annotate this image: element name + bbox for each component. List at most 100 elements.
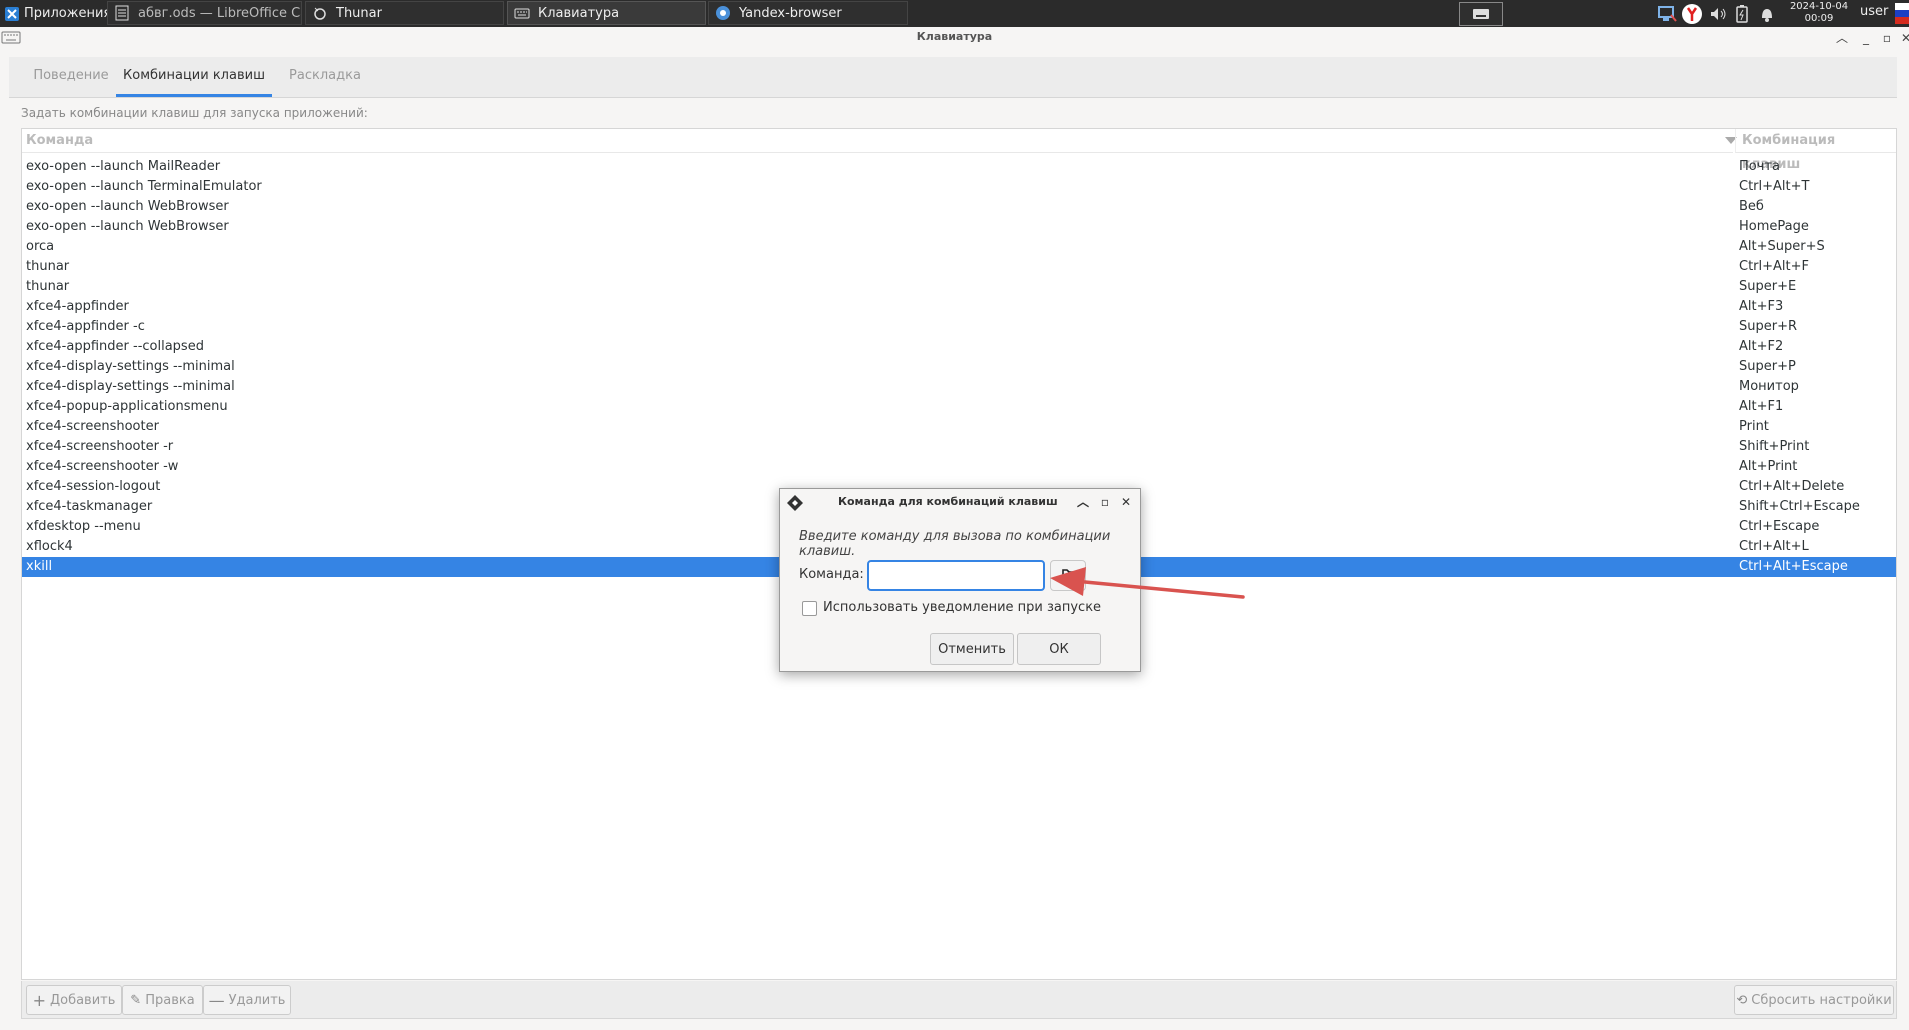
shortcut-cell: Shift+Print: [1739, 439, 1810, 454]
table-row[interactable]: xfce4-popup-applicationsmenu Alt+F1: [22, 397, 1896, 417]
command-cell: xfce4-appfinder -c: [26, 319, 145, 334]
table-row[interactable]: thunar Ctrl+Alt+F: [22, 257, 1896, 277]
keyboard-layout-indicator[interactable]: [1459, 2, 1503, 26]
shade-button[interactable]: ︿: [1833, 29, 1851, 47]
command-cell: xfce4-appfinder: [26, 299, 129, 314]
command-cell: xfce4-display-settings --minimal: [26, 379, 235, 394]
table-row[interactable]: xfce4-appfinder -c Super+R: [22, 317, 1896, 337]
shortcut-cell: Super+P: [1739, 359, 1796, 374]
dialog-prompt: Введите команду для вызова по комбинации…: [799, 529, 1111, 559]
command-cell: thunar: [26, 259, 70, 274]
shortcut-cell: Ctrl+Alt+F: [1739, 259, 1809, 274]
volume-icon[interactable]: [1708, 4, 1728, 24]
dialog-close-button[interactable]: ✕: [1117, 493, 1135, 511]
shortcut-cell: Print: [1739, 419, 1769, 434]
reset-button[interactable]: ⟲ Сбросить настройки: [1734, 985, 1894, 1015]
tab-layout[interactable]: Раскладка: [273, 57, 377, 97]
remove-button[interactable]: — Удалить: [203, 985, 291, 1015]
remove-label: Удалить: [228, 992, 286, 1008]
task-label: Клавиатура: [538, 5, 620, 21]
task-label: абвг.ods — LibreOffice Calc: [138, 5, 302, 21]
window-title: Клавиатура: [916, 30, 993, 43]
reset-label: Сбросить настройки: [1751, 992, 1892, 1008]
table-row[interactable]: xfce4-appfinder --collapsed Alt+F2: [22, 337, 1896, 357]
table-row[interactable]: xfce4-screenshooter -w Alt+Print: [22, 457, 1896, 477]
applications-menu-button[interactable]: Приложения :: [0, 0, 120, 27]
notification-bell-icon[interactable]: [1758, 4, 1776, 24]
reset-icon: ⟲: [1736, 992, 1748, 1008]
table-row[interactable]: exo-open --launch TerminalEmulator Ctrl+A…: [22, 177, 1896, 197]
close-button[interactable]: ✕: [1897, 29, 1909, 47]
command-cell: xfce4-screenshooter: [26, 419, 159, 434]
table-row[interactable]: xfce4-display-settings --minimal Super+P: [22, 357, 1896, 377]
command-cell: exo-open --launch WebBrowser: [26, 199, 229, 214]
maximize-button[interactable]: ▫: [1878, 29, 1896, 47]
spreadsheet-icon: [115, 5, 129, 21]
task-label: Thunar: [336, 5, 382, 21]
dialog-maximize-button[interactable]: ▫: [1096, 493, 1114, 511]
shortcut-cell: Alt+F1: [1739, 399, 1784, 414]
browse-button[interactable]: [1050, 560, 1086, 591]
user-menu[interactable]: user: [1860, 4, 1888, 19]
table-row[interactable]: exo-open --launch WebBrowser HomePage: [22, 217, 1896, 237]
dialog-shade-button[interactable]: ︿: [1074, 493, 1092, 511]
ok-button[interactable]: ОК: [1017, 633, 1101, 665]
command-cell: exo-open --launch MailReader: [26, 159, 221, 174]
shortcut-cell: Веб: [1739, 199, 1764, 214]
dialog-titlebar: Команда для комбинаций клавиш ︿ ▫ ✕: [780, 489, 1140, 515]
clock[interactable]: 2024-10-04 00:09: [1788, 0, 1850, 25]
command-cell: xfce4-screenshooter -w: [26, 459, 179, 474]
command-cell: xfce4-screenshooter -r: [26, 439, 174, 454]
tab-behavior[interactable]: Поведение: [17, 57, 125, 97]
minimize-button[interactable]: _: [1857, 29, 1875, 47]
table-row[interactable]: xfce4-screenshooter -r Shift+Print: [22, 437, 1896, 457]
command-cell: xfce4-popup-applicationsmenu: [26, 399, 228, 414]
tab-bar: Поведение Комбинации клавиш Раскладка: [9, 57, 1897, 98]
yandex-icon[interactable]: [1680, 2, 1704, 26]
table-row[interactable]: xfce4-screenshooter Print: [22, 417, 1896, 437]
command-cell: xflock4: [26, 539, 73, 554]
battery-icon[interactable]: [1734, 4, 1750, 24]
task-thunar[interactable]: Thunar: [305, 1, 504, 25]
table-row[interactable]: xfce4-display-settings --minimal Монитор: [22, 377, 1896, 397]
shortcut-cell: Super+E: [1739, 279, 1797, 294]
keyboard-shortcut-icon: [787, 495, 803, 511]
notify-label[interactable]: Использовать уведомление при запуске: [823, 600, 1101, 615]
column-header-command[interactable]: Команда: [22, 129, 1733, 153]
russian-flag-icon[interactable]: [1895, 3, 1909, 24]
dialog-title: Команда для комбинаций клавиш: [838, 495, 1058, 508]
cancel-button[interactable]: Отменить: [930, 633, 1014, 665]
command-input[interactable]: [867, 560, 1045, 591]
table-row[interactable]: orca Alt+Super+S: [22, 237, 1896, 257]
table-row[interactable]: exo-open --launch WebBrowser Веб: [22, 197, 1896, 217]
table-row[interactable]: thunar Super+E: [22, 277, 1896, 297]
window-titlebar: Клавиатура ︿ _ ▫ ✕: [0, 27, 1909, 51]
shortcut-cell: Alt+F3: [1739, 299, 1784, 314]
task-yandex-browser[interactable]: Yandex-browser: [708, 1, 908, 25]
command-cell: thunar: [26, 279, 70, 294]
command-cell: xfce4-appfinder --collapsed: [26, 339, 204, 354]
shortcut-cell: Shift+Ctrl+Escape: [1739, 499, 1860, 514]
notify-checkbox[interactable]: [802, 601, 817, 616]
table-row[interactable]: xfce4-appfinder Alt+F3: [22, 297, 1896, 317]
task-keyboard[interactable]: Клавиатура: [507, 1, 706, 25]
edit-button[interactable]: ✎ Правка: [122, 985, 203, 1015]
edit-label: Правка: [145, 992, 195, 1008]
command-cell: xfce4-session-logout: [26, 479, 161, 494]
task-libreoffice-calc[interactable]: абвг.ods — LibreOffice Calc: [107, 1, 302, 25]
table-row[interactable]: exo-open --launch MailReader Почта: [22, 157, 1896, 177]
shortcut-cell: Alt+F2: [1739, 339, 1784, 354]
keyboard-icon: [514, 8, 530, 19]
command-cell: orca: [26, 239, 55, 254]
task-label: Yandex-browser: [739, 5, 842, 21]
open-file-icon: [1062, 569, 1076, 583]
shortcut-cell: Ctrl+Alt+Escape: [1739, 559, 1848, 574]
tab-shortcuts[interactable]: Комбинации клавиш: [116, 57, 272, 97]
shortcut-cell: Ctrl+Alt+L: [1739, 539, 1809, 554]
add-button[interactable]: + Добавить: [26, 985, 122, 1015]
column-header-shortcut[interactable]: Комбинация клавиш: [1735, 129, 1896, 172]
keyboard-icon: [1473, 9, 1489, 19]
network-icon[interactable]: [1656, 3, 1678, 25]
shortcut-cell: HomePage: [1739, 219, 1809, 234]
shortcut-cell: Монитор: [1739, 379, 1799, 394]
